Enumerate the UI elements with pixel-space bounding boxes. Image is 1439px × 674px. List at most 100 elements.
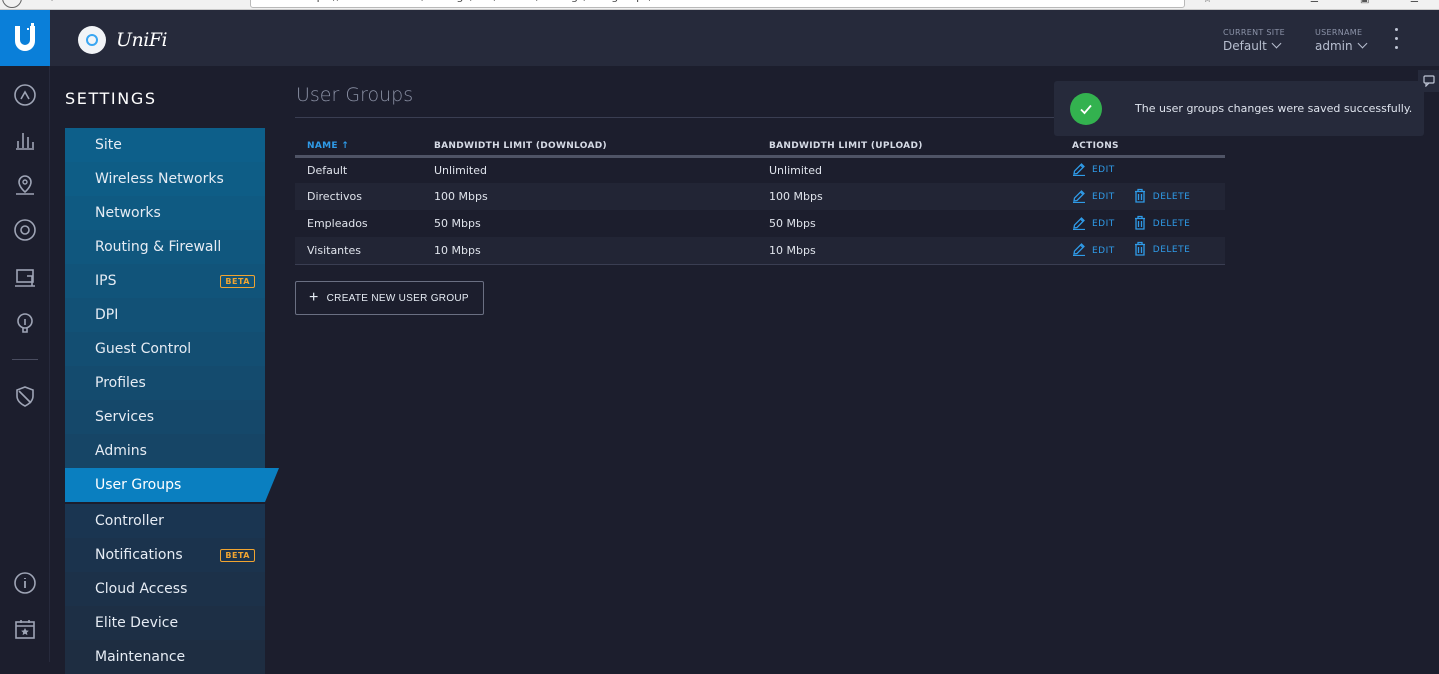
unifi-logo-icon: [78, 26, 106, 54]
cell-name: Default: [295, 156, 422, 183]
success-toast: The user groups changes were saved succe…: [1054, 81, 1424, 136]
sidebar-item-services[interactable]: Services: [65, 400, 265, 434]
sidebar-item-elite-device[interactable]: Elite Device: [65, 606, 265, 640]
create-user-group-button[interactable]: + CREATE NEW USER GROUP: [295, 281, 484, 315]
edit-button[interactable]: EDIT: [1072, 242, 1115, 259]
sidebar-item-user-groups[interactable]: User Groups: [65, 468, 279, 502]
sidebar-item-routing-firewall[interactable]: Routing & Firewall: [65, 230, 265, 264]
info-icon[interactable]: [12, 570, 38, 596]
chevron-down-icon: [1271, 38, 1282, 49]
cell-download: 100 Mbps: [422, 183, 757, 210]
cell-actions: EDIT DELETE: [1060, 183, 1225, 210]
clients-icon[interactable]: [12, 265, 38, 291]
create-user-group-label: CREATE NEW USER GROUP: [326, 292, 469, 304]
top-bar: UniFi CURRENT SITE Default USERNAME admi…: [50, 10, 1439, 66]
delete-button[interactable]: DELETE: [1133, 215, 1191, 233]
column-header-name[interactable]: NAME ↑: [295, 137, 422, 158]
column-header-actions: ACTIONS: [1060, 137, 1225, 158]
table-row: Default Unlimited Unlimited EDIT: [295, 156, 1225, 183]
column-header-upload[interactable]: BANDWIDTH LIMIT (UPLOAD): [757, 137, 1060, 158]
sidebar-item-notifications[interactable]: Notifications BETA: [65, 538, 265, 572]
left-rail: [0, 10, 50, 662]
sidebar-item-label: DPI: [95, 307, 119, 323]
pencil-icon: [1072, 189, 1086, 206]
sidebar-item-guest-control[interactable]: Guest Control: [65, 332, 265, 366]
delete-button[interactable]: DELETE: [1133, 241, 1191, 259]
sidebar-item-dpi[interactable]: DPI: [65, 298, 265, 332]
rail-divider: [12, 359, 38, 360]
sidebar-item-profiles[interactable]: Profiles: [65, 366, 265, 400]
current-site-value: Default: [1223, 39, 1267, 53]
chevron-down-icon: [1357, 38, 1368, 49]
column-header-download[interactable]: BANDWIDTH LIMIT (DOWNLOAD): [422, 137, 757, 158]
delete-button[interactable]: DELETE: [1133, 188, 1191, 206]
sort-ascending-icon: ↑: [341, 140, 350, 151]
current-site-selector[interactable]: CURRENT SITE Default: [1223, 28, 1285, 53]
cell-name: Empleados: [295, 210, 422, 237]
sidebar-item-controller[interactable]: Controller: [65, 504, 265, 538]
sidebar-item-label: Services: [95, 409, 155, 425]
settings-title: SETTINGS: [65, 89, 157, 108]
sidebar-item-wireless-networks[interactable]: Wireless Networks: [65, 162, 265, 196]
brand[interactable]: UniFi: [78, 26, 168, 54]
shield-icon[interactable]: [12, 383, 38, 409]
trash-icon: [1133, 188, 1147, 206]
sidebar-item-label: Elite Device: [95, 615, 179, 631]
table-row: Directivos 100 Mbps 100 Mbps EDIT DELETE: [295, 183, 1225, 210]
sidebar-item-maintenance[interactable]: Maintenance: [65, 640, 265, 674]
edit-button[interactable]: EDIT: [1072, 189, 1115, 206]
sidebar-item-label: Wireless Networks: [95, 171, 224, 187]
statistics-icon[interactable]: [12, 127, 38, 153]
toast-message: The user groups changes were saved succe…: [1135, 102, 1413, 115]
sidebar-item-label: Site: [95, 137, 122, 153]
sidebar-item-label: Profiles: [95, 375, 146, 391]
menu-icon[interactable]: ☰: [1410, 0, 1419, 5]
browser-toolbar: → https://localhost:8443/manage/site/def…: [0, 0, 1439, 10]
plus-icon: +: [309, 289, 319, 306]
sidebar-item-networks[interactable]: Networks: [65, 196, 265, 230]
sidebar-item-label: Admins: [95, 443, 147, 459]
address-bar[interactable]: https://localhost:8443/manage/site/defau…: [250, 0, 1185, 8]
sidebar-item-label: Controller: [95, 513, 164, 529]
username-label: USERNAME: [1315, 28, 1363, 37]
sidebar-item-label: Maintenance: [95, 649, 186, 665]
more-menu-icon[interactable]: [1392, 28, 1400, 49]
cell-actions: EDIT DELETE: [1060, 237, 1225, 265]
cell-actions: EDIT DELETE: [1060, 210, 1225, 237]
cell-upload: 50 Mbps: [757, 210, 1060, 237]
ubiquiti-logo-icon[interactable]: [0, 10, 50, 66]
map-icon[interactable]: [12, 172, 38, 198]
sidebar-item-label: User Groups: [95, 477, 182, 493]
pencil-icon: [1072, 162, 1086, 179]
edit-button[interactable]: EDIT: [1072, 216, 1115, 233]
page-title: User Groups: [296, 84, 414, 106]
cell-download: 50 Mbps: [422, 210, 757, 237]
sidebar-item-label: Networks: [95, 205, 161, 221]
table-row: Visitantes 10 Mbps 10 Mbps EDIT DELETE: [295, 237, 1225, 265]
sidebar-item-label: IPS: [95, 273, 117, 289]
cell-upload: 100 Mbps: [757, 183, 1060, 210]
back-button[interactable]: [2, 0, 22, 8]
events-icon[interactable]: [12, 616, 38, 642]
forward-icon[interactable]: →: [46, 0, 54, 5]
username-selector[interactable]: USERNAME admin: [1315, 28, 1368, 53]
sidebar-icon[interactable]: ▣: [1360, 0, 1369, 5]
username-value: admin: [1315, 39, 1353, 53]
star-icon[interactable]: ☆: [1203, 0, 1212, 5]
cell-download: Unlimited: [422, 156, 757, 183]
cell-upload: 10 Mbps: [757, 237, 1060, 265]
sidebar-item-ips[interactable]: IPS BETA: [65, 264, 265, 298]
brand-name: UniFi: [116, 29, 168, 51]
sidebar-item-admins[interactable]: Admins: [65, 434, 265, 468]
insights-icon[interactable]: [12, 310, 38, 336]
beta-badge: BETA: [220, 275, 255, 288]
edit-button[interactable]: EDIT: [1072, 162, 1115, 179]
sidebar-item-label: Routing & Firewall: [95, 239, 222, 255]
sidebar-item-site[interactable]: Site: [65, 128, 265, 162]
dashboard-icon[interactable]: [12, 82, 38, 108]
library-icon[interactable]: ☰: [1310, 0, 1319, 5]
cell-upload: Unlimited: [757, 156, 1060, 183]
chat-icon[interactable]: [1418, 70, 1439, 92]
devices-icon[interactable]: [12, 217, 38, 243]
sidebar-item-cloud-access[interactable]: Cloud Access: [65, 572, 265, 606]
